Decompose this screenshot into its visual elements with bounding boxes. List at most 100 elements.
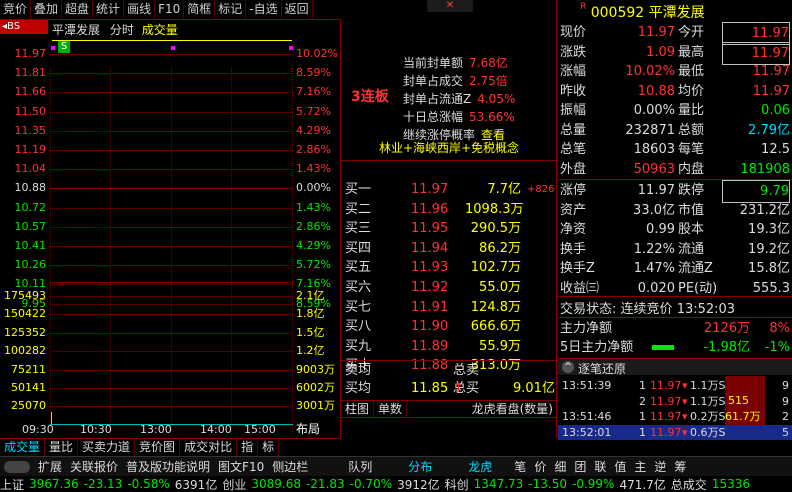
tick-row[interactable]: 13:51:46 1 11.97 ▾ 0.2万S 2: [558, 409, 792, 424]
toolbar-item[interactable]: 返回: [282, 0, 313, 19]
indicator-tab[interactable]: 成交量: [0, 439, 46, 456]
seal-info-row: 当前封单额 7.68亿: [403, 56, 508, 70]
indicator-tab[interactable]: 指: [237, 439, 259, 456]
price-tick: 10.88: [14, 181, 47, 195]
toolbar-item[interactable]: 画线: [124, 0, 156, 19]
toolbar-item[interactable]: -自选: [246, 0, 282, 19]
quote-row: 现价 11.97 今开 11.97: [560, 22, 790, 45]
toolbar-item[interactable]: F10: [155, 0, 185, 19]
bid-level-row[interactable]: 买三 11.95 290.5万: [345, 219, 555, 239]
quote-row: 外盘 50963 内盘 181908: [560, 161, 790, 177]
pct-tick: 7.16%: [296, 85, 331, 99]
signal-badge[interactable]: S: [58, 41, 70, 53]
status-item[interactable]: 逆: [650, 458, 670, 475]
orderbook-tab[interactable]: 柱图: [341, 401, 375, 417]
index-name[interactable]: 上证: [0, 476, 24, 492]
chevron-up-icon[interactable]: ^: [562, 361, 574, 373]
status-item[interactable]: 普及版功能说明: [122, 458, 214, 475]
price-tick: 11.81: [14, 66, 47, 80]
pct-tick: 1.43%: [296, 162, 331, 176]
quote-row: 资产 33.0亿 市值 231.2亿: [560, 202, 790, 218]
status-item[interactable]: 队列: [330, 458, 390, 475]
status-item[interactable]: 图文F10: [214, 458, 268, 475]
status-item[interactable]: 细: [550, 458, 570, 475]
status-item[interactable]: 龙虎: [450, 458, 510, 475]
concept-tags[interactable]: 林业+海峡西岸+免税概念: [341, 139, 557, 156]
ticks-header[interactable]: ^ 逐笔还原: [558, 358, 792, 376]
time-tick: 13:00: [140, 423, 172, 436]
bid-level-row[interactable]: 买七 11.91 124.8万: [345, 298, 555, 318]
indicator-tab[interactable]: 竞价图: [135, 439, 181, 456]
toolbar-item[interactable]: 统计: [93, 0, 125, 19]
status-item[interactable]: 价: [530, 458, 550, 475]
bid-level-row[interactable]: 买九 11.89 55.9万: [345, 337, 555, 357]
quote-row: 总量 232871 总额 2.79亿: [560, 122, 790, 138]
status-item[interactable]: 分布: [390, 458, 450, 475]
indicator-tab[interactable]: 量比: [45, 439, 79, 456]
volume-tick: 175493: [4, 289, 46, 302]
volume-amount-tick: 3001万: [296, 399, 335, 413]
volume-amount-tick: 9003万: [296, 362, 335, 376]
sell-avg-row: 卖均 总卖: [345, 363, 480, 378]
orderbook-tab[interactable]: 龙虎看盘(数量): [468, 401, 557, 417]
toggle-switch[interactable]: [4, 460, 30, 473]
bs-marker[interactable]: ◂BS: [0, 20, 48, 34]
bid-level-row[interactable]: 买二 11.96 1098.3万: [345, 200, 555, 220]
orderbook-tab[interactable]: 单数: [374, 401, 408, 417]
status-item[interactable]: 扩展: [34, 458, 66, 475]
price-tick: 10.26: [14, 258, 47, 272]
index-name[interactable]: 科创: [445, 476, 469, 492]
chart-indicator[interactable]: 成交量: [142, 23, 178, 37]
tick-row[interactable]: 13:51:39 1 11.97 ▾ 1.1万S 9: [558, 378, 792, 393]
status-item[interactable]: 笔: [510, 458, 530, 475]
price-tick: 11.35: [14, 123, 47, 137]
time-tick: 09:30: [22, 423, 54, 436]
quote-row: 涨跌 1.09 最高 11.97: [560, 41, 790, 65]
status-item[interactable]: 团: [570, 458, 590, 475]
index-name[interactable]: 总成交: [671, 476, 707, 492]
toolbar-item[interactable]: 标记: [215, 0, 247, 19]
toolbar-item[interactable]: 竞价: [0, 0, 32, 19]
order-book-panel: ✕ 3连板 当前封单额 7.68亿 封单占成交 2.75倍 封单占流通Z 4.05% 十日总…: [341, 0, 557, 438]
bid-level-row[interactable]: 买四 11.94 86.2万: [345, 239, 555, 259]
trade-state: 交易状态: 连续竞价 13:52:03: [560, 302, 736, 317]
chart-mode[interactable]: 分时: [110, 23, 134, 37]
pct-tick: 0.00%: [296, 181, 331, 195]
toolbar-item[interactable]: 简框: [184, 0, 216, 19]
layout-button[interactable]: 布局: [296, 420, 320, 437]
indicator-tab[interactable]: 买卖力道: [78, 439, 136, 456]
toolbar-item[interactable]: 叠加: [31, 0, 63, 19]
bid-level-row[interactable]: 买五 11.93 102.7万: [345, 258, 555, 278]
pct-tick: 4.29%: [296, 123, 331, 137]
index-name[interactable]: 创业: [222, 476, 246, 492]
status-item[interactable]: 筹: [670, 458, 690, 475]
indicator-tab[interactable]: 标: [258, 439, 280, 456]
chart-dot: [51, 46, 55, 50]
status-item[interactable]: 主: [630, 458, 650, 475]
tick-row[interactable]: 2 11.97 ▾ 1.1万S 9: [558, 394, 792, 409]
index-pct: -0.70%: [349, 477, 393, 491]
pct-tick: 2.86%: [296, 219, 331, 233]
quote-row: 涨停 11.97 跌停 9.79: [560, 180, 790, 203]
bid-level-row[interactable]: 买八 11.90 666.6万: [345, 317, 555, 337]
index-pct: -0.99%: [571, 477, 615, 491]
index-amount: 471.7亿: [619, 477, 666, 492]
toolbar-item[interactable]: 超盘: [62, 0, 94, 19]
quote-row: 振幅 0.00% 量比 0.06: [560, 103, 790, 118]
bid-level-row[interactable]: 买六 11.92 55.0万: [345, 278, 555, 298]
status-toolbar: 扩展 关联报价 普及版功能说明 图文F10 侧边栏 队列 分布 龙虎笔价细团联值主逆筹: [0, 456, 792, 476]
divider: [558, 296, 792, 297]
status-item[interactable]: 侧边栏: [268, 458, 312, 475]
status-item[interactable]: 联: [590, 458, 610, 475]
close-icon[interactable]: ✕: [427, 0, 473, 12]
status-item[interactable]: 值: [610, 458, 630, 475]
bid-level-row[interactable]: 买一 11.97 7.7亿 +826: [345, 180, 555, 200]
status-item[interactable]: 关联报价: [66, 458, 122, 475]
divider: [341, 160, 557, 161]
quote-panel: R 000592 平潭发展 现价 11.97 今开 11.97 涨跌 1.09 最高 11.9…: [558, 0, 792, 456]
grid-vline: [292, 68, 293, 436]
tick-row[interactable]: 13:52:01 1 11.97 ▾ 0.6万S 5: [558, 424, 792, 440]
volume-amount-tick: 2.1亿: [296, 289, 325, 302]
intraday-chart[interactable]: ◂BS 平潭发展 分时 成交量 S 布局 11.97 10.02% 11.81 8.5…: [0, 20, 341, 438]
indicator-tab[interactable]: 成交对比: [180, 439, 238, 456]
